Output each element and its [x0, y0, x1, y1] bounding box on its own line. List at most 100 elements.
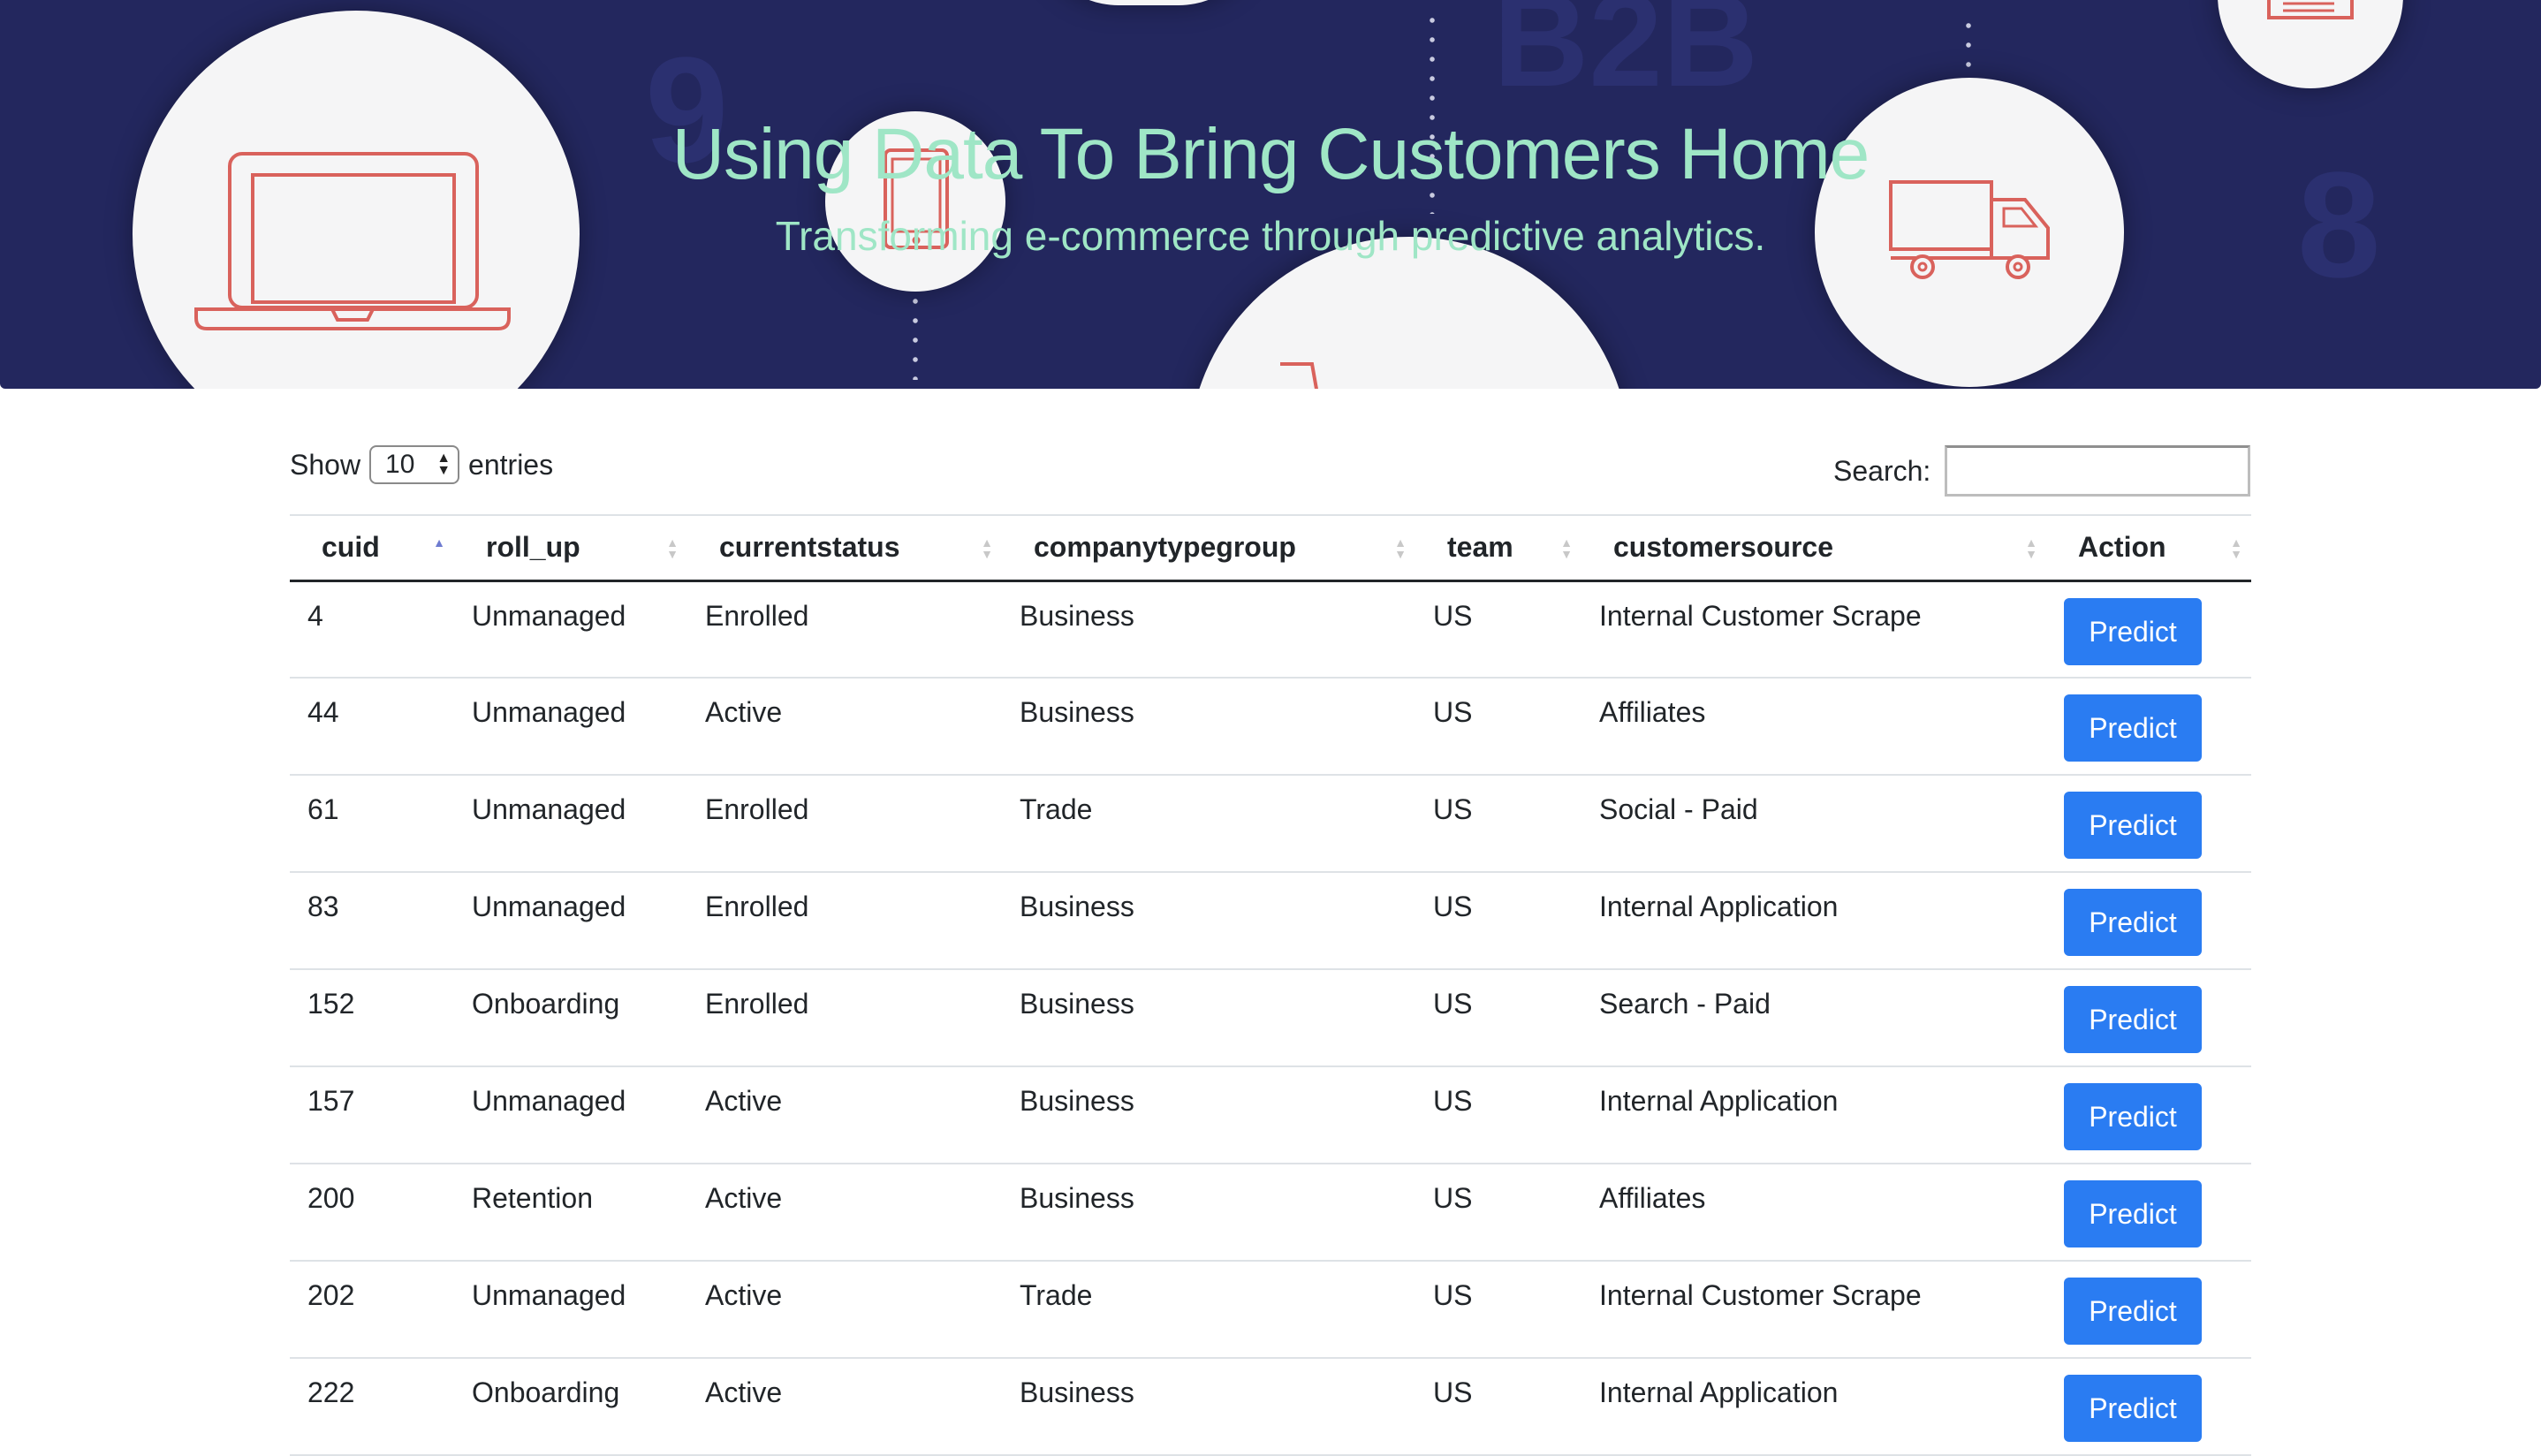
column-header-currentstatus[interactable]: currentstatus ▲ ▼ — [687, 514, 1002, 582]
cell-roll-up: Unmanaged — [454, 775, 687, 873]
cell-action: Predict — [2046, 1358, 2251, 1456]
cell-currentstatus: Active — [687, 1066, 1002, 1164]
cell-action: Predict — [2046, 1261, 2251, 1359]
cell-action: Predict — [2046, 1066, 2251, 1164]
cell-team: US — [1415, 580, 1581, 679]
cell-currentstatus: Enrolled — [687, 969, 1002, 1067]
cell-currentstatus: Enrolled — [687, 775, 1002, 873]
predict-button[interactable]: Predict — [2064, 694, 2202, 762]
sort-icon: ▲ ▼ — [2230, 535, 2242, 561]
predict-button[interactable]: Predict — [2064, 597, 2202, 665]
cell-roll-up: Unmanaged — [454, 580, 687, 679]
search-control: Search: — [1833, 445, 2251, 497]
cell-customersource: Affiliates — [1581, 678, 2046, 776]
cell-action: Predict — [2046, 1164, 2251, 1262]
predict-button[interactable]: Predict — [2064, 792, 2202, 859]
cell-cuid: 202 — [290, 1261, 454, 1359]
cell-currentstatus: Enrolled — [687, 580, 1002, 679]
cell-team: US — [1415, 1164, 1581, 1262]
table-row: 61 Unmanaged Enrolled Trade US Social - … — [290, 775, 2251, 873]
column-header-team[interactable]: team ▲ ▼ — [1415, 514, 1581, 582]
cart-icon — [1280, 362, 1318, 389]
cell-team: US — [1415, 1066, 1581, 1164]
cell-cuid: 4 — [290, 580, 454, 679]
column-header-cuid[interactable]: cuid ▲ — [290, 514, 454, 582]
customers-table: cuid ▲ roll_up ▲ ▼ currentstatus ▲ ▼ companyt… — [290, 514, 2251, 1456]
cell-currentstatus: Active — [687, 678, 1002, 776]
cell-companytypegroup: Business — [1002, 1164, 1415, 1262]
table-row: 83 Unmanaged Enrolled Business US Intern… — [290, 872, 2251, 970]
cell-cuid: 157 — [290, 1066, 454, 1164]
table-header-row: cuid ▲ roll_up ▲ ▼ currentstatus ▲ ▼ companyt… — [290, 514, 2251, 582]
cell-action: Predict — [2046, 678, 2251, 776]
cell-currentstatus: Active — [687, 1164, 1002, 1262]
show-label: Show — [290, 448, 361, 481]
hero-circle — [1034, 0, 1263, 5]
hero-circle — [133, 11, 580, 389]
column-header-customersource[interactable]: customersource ▲ ▼ — [1581, 514, 2046, 582]
cell-roll-up: Onboarding — [454, 1358, 687, 1456]
cell-cuid: 222 — [290, 1358, 454, 1456]
cell-customersource: Internal Application — [1581, 1066, 2046, 1164]
sort-icon: ▲ ▼ — [666, 535, 679, 561]
column-header-roll-up[interactable]: roll_up ▲ ▼ — [454, 514, 687, 582]
cell-cuid: 44 — [290, 678, 454, 776]
page-length-select[interactable]: 10 ▲ ▼ — [369, 445, 460, 484]
table-row: 4 Unmanaged Enrolled Business US Interna… — [290, 580, 2251, 679]
cell-team: US — [1415, 1261, 1581, 1359]
hero-banner: B2B 8 9 Using Data To Bring Customers Ho… — [0, 0, 2541, 389]
cell-companytypegroup: Business — [1002, 1066, 1415, 1164]
cell-cuid: 83 — [290, 872, 454, 970]
cell-roll-up: Retention — [454, 1164, 687, 1262]
cell-currentstatus: Enrolled — [687, 872, 1002, 970]
predict-button[interactable]: Predict — [2064, 1083, 2202, 1150]
hero-subtitle: Transforming e-commerce through predicti… — [775, 213, 1766, 259]
cell-roll-up: Unmanaged — [454, 872, 687, 970]
cell-companytypegroup: Trade — [1002, 775, 1415, 873]
cell-team: US — [1415, 1358, 1581, 1456]
cell-companytypegroup: Business — [1002, 580, 1415, 679]
cell-currentstatus: Active — [687, 1261, 1002, 1359]
column-header-action[interactable]: Action ▲ ▼ — [2046, 514, 2251, 582]
cell-customersource: Internal Customer Scrape — [1581, 580, 2046, 679]
cell-customersource: Internal Application — [1581, 872, 2046, 970]
search-input[interactable] — [1945, 445, 2251, 497]
table-row: 157 Unmanaged Active Business US Interna… — [290, 1066, 2251, 1164]
cell-customersource: Internal Customer Scrape — [1581, 1261, 2046, 1359]
sort-icon: ▲ ▼ — [1394, 535, 1407, 561]
document-icon — [2267, 0, 2354, 19]
cell-action: Predict — [2046, 775, 2251, 873]
cell-customersource: Affiliates — [1581, 1164, 2046, 1262]
cell-roll-up: Onboarding — [454, 969, 687, 1067]
hero-title: Using Data To Bring Customers Home — [671, 114, 1870, 194]
entries-label: entries — [468, 448, 554, 481]
predict-button[interactable]: Predict — [2064, 1278, 2202, 1345]
page-length-value: 10 — [385, 450, 415, 479]
sort-icon: ▲ ▼ — [1560, 535, 1573, 561]
cell-currentstatus: Active — [687, 1358, 1002, 1456]
column-header-companytypegroup[interactable]: companytypegroup ▲ ▼ — [1002, 514, 1415, 582]
cell-companytypegroup: Business — [1002, 1358, 1415, 1456]
sort-ascending-icon: ▲ — [433, 535, 445, 550]
cell-team: US — [1415, 872, 1581, 970]
predict-button[interactable]: Predict — [2064, 1375, 2202, 1442]
predict-button[interactable]: Predict — [2064, 1180, 2202, 1247]
table-row: 152 Onboarding Enrolled Business US Sear… — [290, 969, 2251, 1067]
dotted-connector — [913, 292, 918, 380]
cell-customersource: Social - Paid — [1581, 775, 2046, 873]
cell-roll-up: Unmanaged — [454, 1066, 687, 1164]
cell-team: US — [1415, 678, 1581, 776]
table-row: 44 Unmanaged Active Business US Affiliat… — [290, 678, 2251, 776]
search-label: Search: — [1833, 454, 1931, 487]
cell-companytypegroup: Business — [1002, 872, 1415, 970]
predict-button[interactable]: Predict — [2064, 986, 2202, 1053]
background-glyph: B2B — [1493, 0, 1759, 114]
cell-companytypegroup: Business — [1002, 678, 1415, 776]
select-arrows-icon: ▲ ▼ — [436, 451, 451, 478]
cell-team: US — [1415, 775, 1581, 873]
dotted-connector — [1966, 16, 1971, 69]
cell-team: US — [1415, 969, 1581, 1067]
cell-cuid: 200 — [290, 1164, 454, 1262]
predict-button[interactable]: Predict — [2064, 889, 2202, 956]
table-row: 222 Onboarding Active Business US Intern… — [290, 1358, 2251, 1456]
